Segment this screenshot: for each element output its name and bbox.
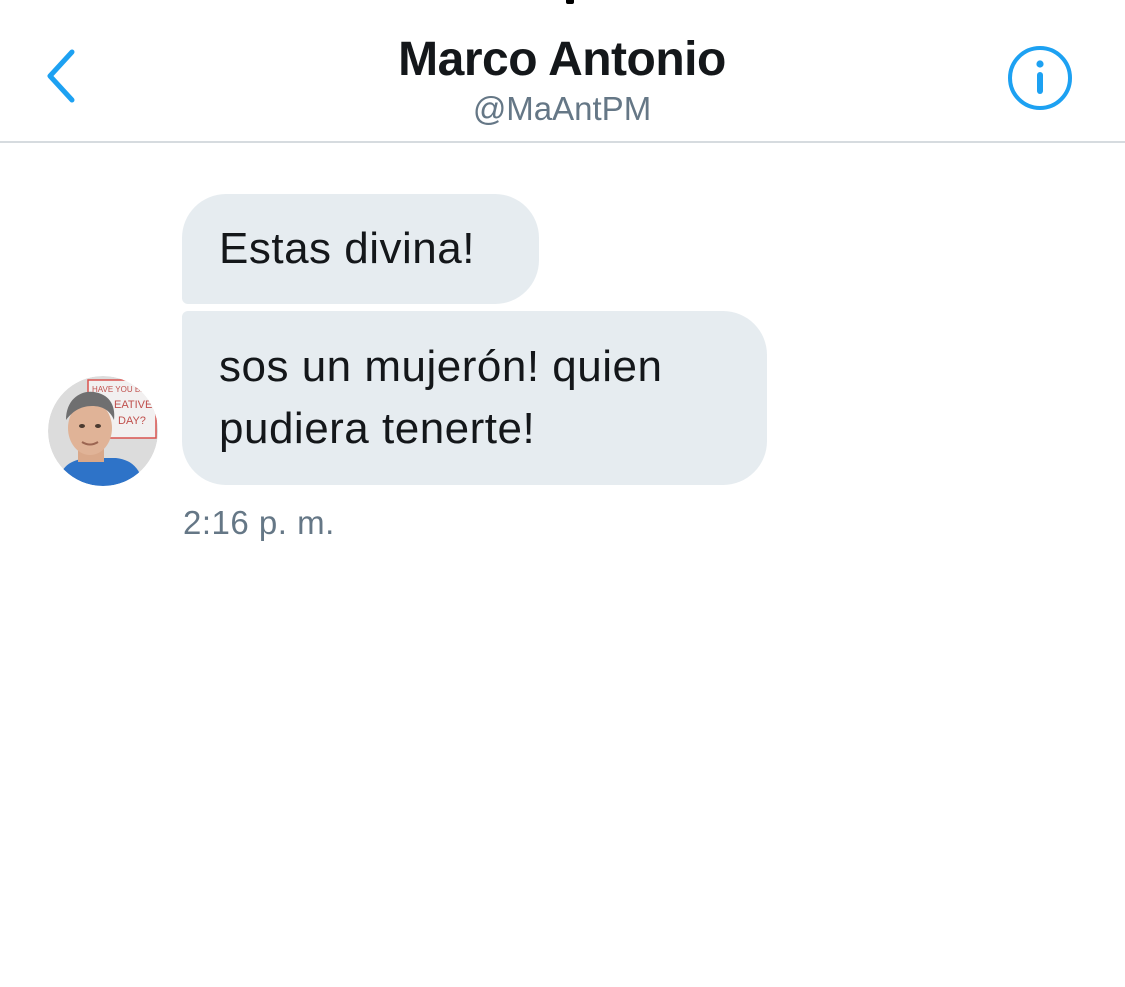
header-title: Marco Antonio @MaAntPM [262,30,862,128]
message-text: sos un mujerón! quien pudiera tenerte! [219,342,663,453]
poster-text-1: HAVE YOU BEEN [92,385,157,394]
contact-handle: @MaAntPM [472,90,652,127]
back-button[interactable] [30,40,90,112]
message-timestamp: 2:16 p. m. [183,504,335,541]
dm-conversation-screen: Marco Antonio @MaAntPM Estas divina! sos… [0,0,1125,987]
conversation-header: Marco Antonio @MaAntPM [0,0,1125,143]
profile-photo: HAVE YOU BEEN EATIVE DAY? [48,376,158,486]
avatar[interactable]: HAVE YOU BEEN EATIVE DAY? [48,376,158,486]
poster-text-2: EATIVE [114,399,152,411]
message-bubble[interactable]: sos un mujerón! quien pudiera tenerte! [182,311,767,485]
poster-text-3: DAY? [118,415,146,427]
message-text: Estas divina! [219,224,475,273]
contact-name[interactable]: Marco Antonio [262,30,862,90]
conversation-info-button[interactable] [1006,44,1074,112]
chevron-left-icon [47,49,75,103]
message-list[interactable]: Estas divina! sos un mujerón! quien pudi… [0,143,1125,987]
message-bubble[interactable]: Estas divina! [182,194,539,304]
info-circle-icon [1008,46,1072,110]
